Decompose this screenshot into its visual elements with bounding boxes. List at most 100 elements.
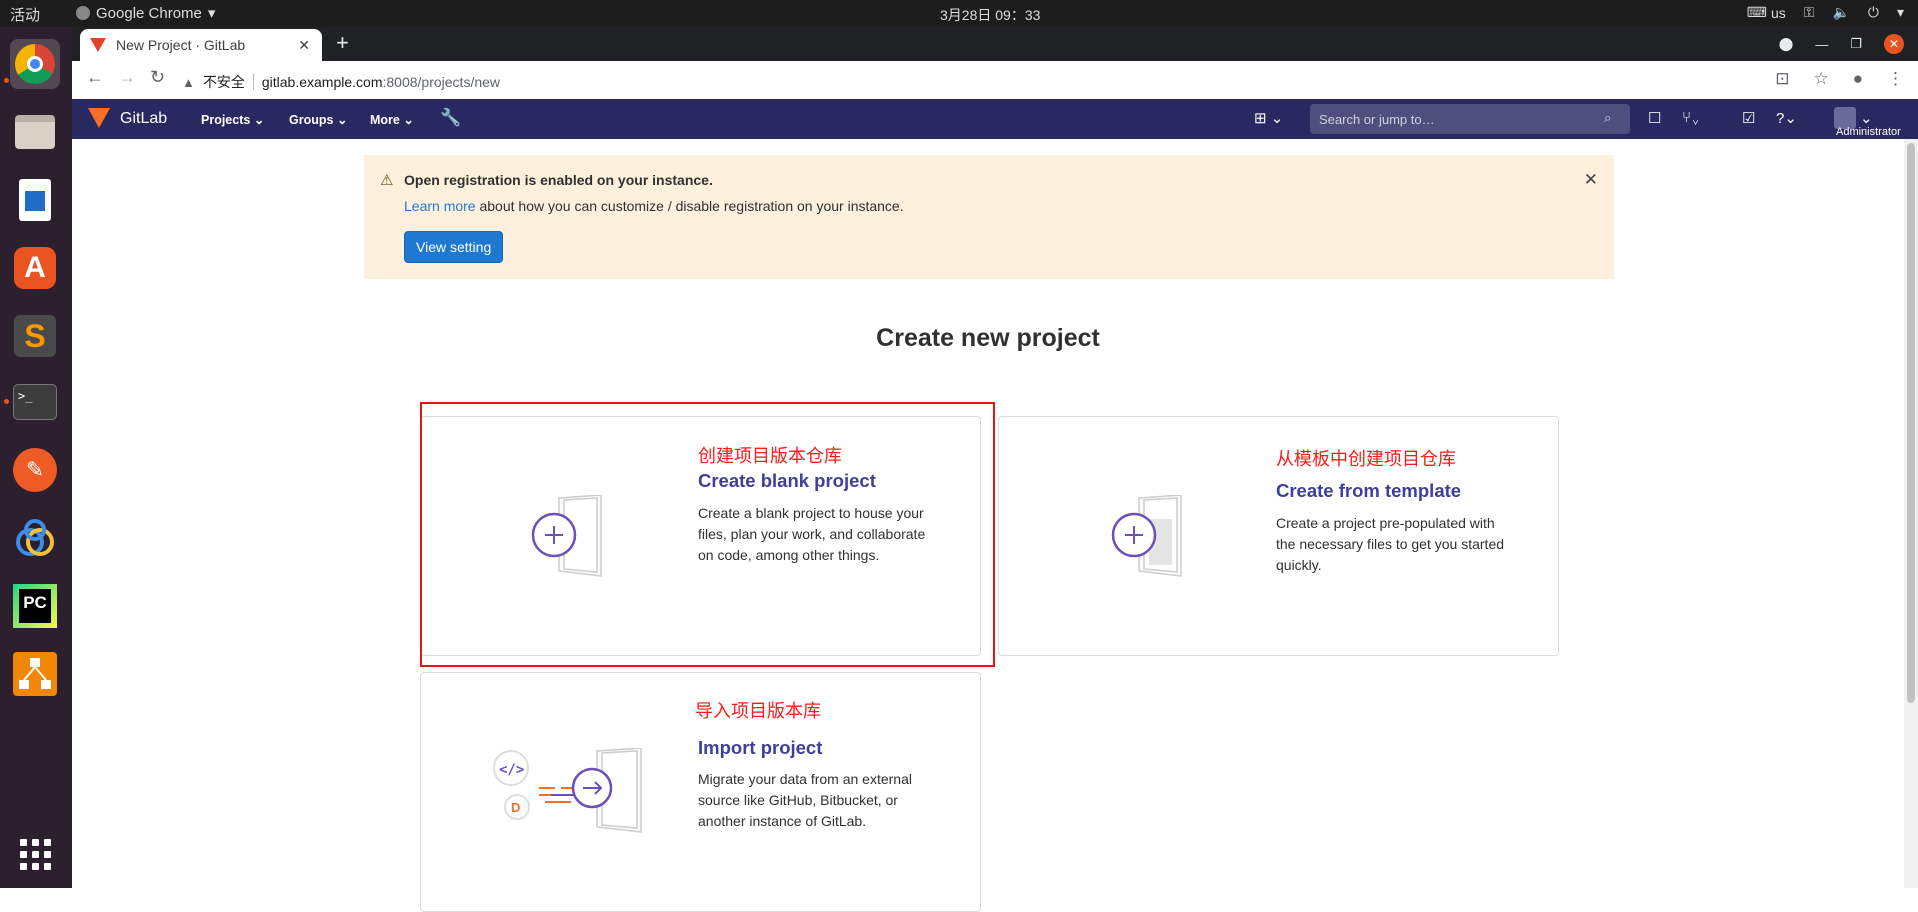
warning-icon: ⚠ — [380, 172, 394, 189]
pycharm-icon: PC — [13, 584, 57, 628]
dock: A S >_ ✎ PC — [0, 27, 72, 888]
reload-button[interactable]: ↻ — [150, 67, 165, 88]
forward-button[interactable]: → — [118, 67, 136, 88]
os-top-bar: 活动 Google Chrome ▾ 3月28日 09：33 ⌨ us ⚿ 🔈 … — [0, 0, 1918, 27]
app-menu[interactable]: Google Chrome ▾ — [76, 4, 215, 22]
search-icon: ⌕ — [1604, 110, 1612, 125]
input-method-label: us — [1771, 4, 1786, 21]
writer-icon — [19, 179, 51, 221]
running-indicator — [4, 78, 9, 83]
drawio-icon — [13, 652, 57, 696]
nav-projects[interactable]: Projects ⌄ — [201, 112, 264, 127]
import-project-illustration: </> D — [493, 748, 642, 833]
dock-postman[interactable]: ✎ — [10, 445, 60, 495]
nav-groups[interactable]: Groups ⌄ — [289, 112, 347, 127]
url-field[interactable]: ▲ 不安全 gitlab.example.com:8008/projects/n… — [182, 72, 500, 92]
power-icon: ⏻ — [1867, 4, 1879, 20]
dock-app[interactable] — [10, 513, 60, 563]
tab-title: New Project · GitLab — [116, 37, 246, 53]
terminal-icon: >_ — [13, 384, 57, 420]
dock-drawio[interactable] — [10, 649, 60, 699]
omnibar-actions: ⊡ ☆ ● ⋮ — [1775, 69, 1904, 89]
chevron-down-icon: ▾ — [207, 5, 216, 22]
system-tray[interactable]: ⌨ us ⚿ 🔈 ⏻ ▾ — [1747, 4, 1904, 21]
card-title[interactable]: Create from template — [1276, 480, 1461, 502]
app-icon — [16, 519, 54, 556]
annotation-highlight-box — [420, 402, 995, 667]
browser-tab[interactable]: New Project · GitLab ✕ — [80, 29, 322, 61]
dock-terminal[interactable]: >_ — [10, 377, 60, 427]
card-description: Create a project pre-populated with the … — [1276, 515, 1505, 573]
close-icon[interactable]: ✕ — [1584, 170, 1598, 190]
plus-square-icon: ⊞ — [1254, 110, 1267, 127]
dock-chrome[interactable] — [10, 39, 60, 89]
chrome-icon — [15, 44, 55, 84]
chevron-down-icon[interactable]: ⌄ — [1860, 109, 1873, 127]
postman-icon: ✎ — [13, 448, 57, 492]
dock-files[interactable] — [10, 107, 60, 157]
close-window-button[interactable]: ✕ — [1884, 34, 1904, 54]
software-center-icon: A — [14, 247, 56, 289]
view-setting-button[interactable]: View setting — [404, 231, 504, 263]
todos-icon[interactable]: ☑ — [1742, 109, 1755, 127]
clock[interactable]: 3月28日 09：33 — [940, 5, 1040, 25]
svg-text:D: D — [511, 800, 520, 815]
search-input[interactable] — [1310, 104, 1630, 134]
chrome-icon — [76, 6, 90, 20]
gitlab-logo-icon[interactable] — [88, 108, 110, 128]
new-item-dropdown[interactable]: ⊞ ⌄ — [1254, 109, 1283, 127]
show-applications-button[interactable] — [10, 829, 60, 879]
tab-strip: New Project · GitLab ✕ + ⬤ — ❐ ✕ — [72, 27, 1918, 61]
divider — [252, 74, 254, 90]
chevron-down-icon: ▾ — [1896, 4, 1904, 20]
address-bar-row: ← → ↻ ▲ 不安全 gitlab.example.com:8008/proj… — [72, 61, 1918, 100]
activities-button[interactable]: 活动 — [10, 4, 40, 25]
running-indicator — [4, 399, 9, 404]
translate-icon[interactable]: ⊡ — [1775, 69, 1789, 89]
admin-wrench-icon[interactable]: 🔧 — [440, 108, 461, 128]
apps-grid-icon — [19, 838, 51, 870]
nav-more[interactable]: More ⌄ — [370, 112, 414, 127]
issues-icon[interactable]: ☐ — [1648, 109, 1661, 127]
new-tab-button[interactable]: + — [336, 30, 349, 56]
keyboard-icon: ⌨ — [1746, 4, 1767, 20]
card-description: Migrate your data from an external sourc… — [698, 771, 912, 829]
profile-icon[interactable]: ● — [1853, 69, 1863, 89]
alert-body: Learn more about how you can customize /… — [404, 198, 904, 214]
registration-alert: ⚠ Open registration is enabled on your i… — [364, 155, 1614, 279]
template-project-illustration — [1111, 495, 1182, 577]
gitlab-navbar: GitLab Projects ⌄ Groups ⌄ More ⌄ 🔧 ⊞ ⌄ … — [72, 99, 1918, 139]
tab-search-icon[interactable]: ⬤ — [1779, 36, 1794, 52]
help-icon[interactable]: ?⌄ — [1776, 109, 1797, 127]
alert-body-text: about how you can customize / disable re… — [475, 198, 904, 214]
gitlab-brand[interactable]: GitLab — [120, 110, 167, 128]
window-controls: ⬤ — ❐ ✕ — [1779, 34, 1904, 54]
security-label: 不安全 — [202, 74, 245, 90]
create-from-template-card[interactable]: 从模板中创建项目仓库 Create from template Create a… — [998, 416, 1559, 656]
dock-pycharm[interactable]: PC — [10, 581, 60, 631]
kebab-menu-icon[interactable]: ⋮ — [1887, 69, 1904, 89]
user-label[interactable]: Administrator — [1836, 126, 1901, 138]
warning-icon: ▲ — [182, 74, 195, 90]
close-tab-icon[interactable]: ✕ — [298, 37, 310, 54]
card-title[interactable]: Import project — [698, 737, 822, 759]
learn-more-link[interactable]: Learn more — [404, 198, 476, 214]
back-button[interactable]: ← — [86, 67, 104, 88]
restore-button[interactable]: ❐ — [1850, 36, 1862, 52]
chevron-down-icon: ⌄ — [403, 113, 414, 127]
page-title: Create new project — [876, 324, 1100, 352]
scrollbar-thumb[interactable] — [1907, 143, 1915, 703]
chevron-down-icon: ⌄ — [253, 113, 265, 127]
svg-text:</>: </> — [499, 762, 524, 778]
scrollbar[interactable] — [1904, 139, 1918, 888]
alert-title: Open registration is enabled on your ins… — [404, 172, 713, 188]
merge-requests-icon[interactable]: ⑂⌄ — [1682, 109, 1700, 126]
gitlab-favicon-icon — [90, 38, 106, 52]
dock-writer[interactable] — [10, 175, 60, 225]
url-path: :8008/projects/new — [382, 74, 501, 90]
dock-software[interactable]: A — [10, 243, 60, 293]
import-project-card[interactable]: </> D 导入项目版本库 Import project Migrate you… — [420, 672, 981, 912]
files-icon — [15, 115, 55, 149]
bookmark-star-icon[interactable]: ☆ — [1813, 69, 1828, 89]
minimize-button[interactable]: — — [1815, 37, 1828, 52]
